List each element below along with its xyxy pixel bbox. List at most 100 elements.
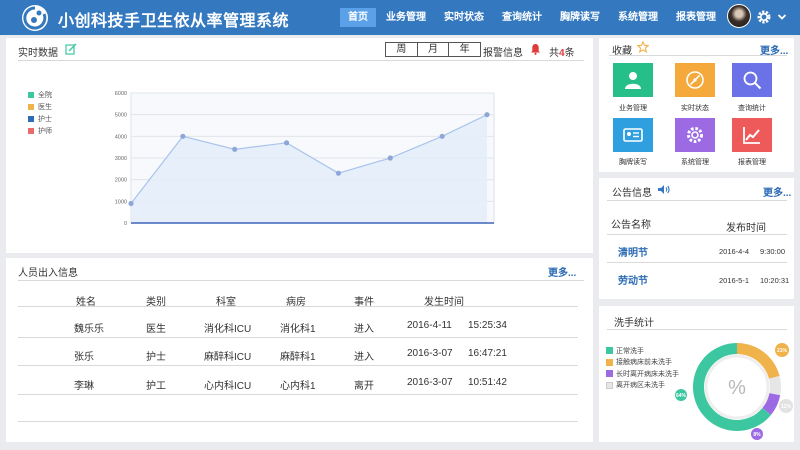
star-icon[interactable] [637, 41, 649, 53]
divider [607, 200, 787, 201]
y-tick-label: 1000 [115, 199, 127, 205]
slice-label: 21% [777, 348, 788, 354]
compass-icon [686, 71, 704, 89]
alarm-count-prefix: 共 [549, 48, 559, 59]
data-point [439, 133, 445, 139]
nav-item-report[interactable]: 报表管理 [668, 8, 724, 27]
favorite-label: 查询统计 [738, 105, 766, 112]
donut-slice [768, 376, 781, 396]
cell-name: 张乐 [74, 352, 94, 363]
legend-item[interactable]: 医生 [28, 101, 52, 113]
notice-date: 2016-4-4 [719, 247, 750, 256]
legend-item[interactable]: 离开病区未洗手 [606, 380, 679, 392]
notice-date: 2016-5-1 [719, 276, 750, 285]
notice-column-name: 公告名称 [611, 220, 651, 231]
chevron-down-icon[interactable] [777, 12, 787, 22]
legend-item[interactable]: 正常洗手 [606, 345, 679, 357]
y-tick-label: 5000 [115, 113, 127, 119]
cell-ward: 心内科1 [280, 381, 316, 392]
legend-item[interactable]: 长时离开病床未洗手 [606, 368, 679, 380]
slice-label: 8% [753, 432, 761, 438]
handwash-title: 洗手统计 [614, 318, 654, 329]
edit-icon[interactable] [65, 43, 77, 55]
notice-name[interactable]: 劳动节 [618, 272, 648, 287]
legend-label: 全院 [38, 92, 52, 99]
notice-time: 9:30:00 [760, 247, 786, 256]
cell-category: 医生 [146, 324, 166, 335]
divider [607, 262, 787, 263]
nav-item-business[interactable]: 业务管理 [378, 8, 434, 27]
tab-month[interactable]: 月 [418, 43, 450, 56]
favorite-report-tile[interactable] [732, 118, 772, 152]
legend-item[interactable]: 护士 [28, 113, 52, 125]
alarm-count-suffix: 条 [564, 48, 575, 59]
legend-item[interactable]: 接触病床前未洗手 [606, 357, 679, 369]
legend-item[interactable]: 护师 [28, 125, 52, 137]
legend-label: 长时离开病床未洗手 [616, 370, 679, 378]
favorite-system-tile[interactable] [675, 118, 715, 152]
nav-item-system[interactable]: 系统管理 [610, 8, 666, 27]
realtime-panel: 实时数据 周 月 年 报警信息 共4条 全院 医生 护士 护师 0 1000 200… [6, 38, 593, 253]
cell-event: 进入 [354, 324, 374, 335]
nav-item-realtime[interactable]: 实时状态 [436, 8, 492, 27]
favorites-panel: 收藏 更多... 业务管理 实时状态 查询统计 胸牌读写 系统管理 报表管理 [599, 38, 794, 172]
nav-item-badge[interactable]: 胸牌读写 [552, 8, 608, 27]
tab-year[interactable]: 年 [449, 43, 480, 56]
cell-category: 护士 [146, 352, 166, 363]
cell-event: 进入 [354, 352, 374, 363]
id-card-icon [623, 128, 643, 142]
gear-icon[interactable] [756, 9, 772, 25]
divider [609, 55, 787, 56]
notice-name[interactable]: 清明节 [618, 244, 648, 259]
bell-icon[interactable] [530, 43, 541, 55]
notice-column-time: 发布时间 [726, 223, 766, 234]
people-more-link[interactable]: 更多... [548, 264, 576, 279]
avatar[interactable] [727, 4, 751, 28]
notice-title: 公告信息 [612, 188, 652, 199]
cell-time: 15:25:34 [468, 320, 507, 331]
legend-label: 护士 [38, 116, 52, 123]
legend-label: 离开病区未洗手 [616, 382, 665, 390]
speaker-icon[interactable] [657, 184, 671, 195]
legend-swatch [606, 358, 613, 366]
donut-center-label: % [728, 377, 746, 399]
favorite-business-tile[interactable] [613, 63, 653, 97]
notice-panel: 公告信息 更多... 公告名称 发布时间 清明节 2016-4-4 9:30:0… [599, 178, 794, 299]
data-point [387, 155, 393, 161]
divider [18, 60, 584, 61]
cell-date: 2016-3-07 [407, 348, 453, 359]
legend-swatch [28, 116, 34, 122]
alarm-label[interactable]: 报警信息 [483, 44, 523, 59]
legend-label: 正常洗手 [616, 347, 644, 355]
favorite-badge-tile[interactable] [613, 118, 653, 152]
legend-item[interactable]: 全院 [28, 89, 52, 101]
favorite-label: 报表管理 [738, 159, 766, 166]
data-point [335, 170, 342, 176]
cell-date: 2016-4-11 [407, 320, 452, 331]
nav-item-home[interactable]: 首页 [340, 8, 376, 27]
legend-swatch [28, 128, 34, 134]
slice-label: 64% [676, 393, 687, 399]
handwash-legend: 正常洗手 接触病床前未洗手 长时离开病床未洗手 离开病区未洗手 [606, 345, 679, 391]
app-title: 小创科技手卫生依从率管理系统 [58, 13, 290, 30]
divider [607, 234, 787, 235]
favorite-query-tile[interactable] [732, 63, 772, 97]
tab-week[interactable]: 周 [386, 43, 418, 56]
favorite-realtime-tile[interactable] [675, 63, 715, 97]
notice-more-link[interactable]: 更多... [763, 184, 791, 199]
legend-label: 接触病床前未洗手 [616, 359, 672, 367]
divider [18, 337, 578, 338]
divider [18, 280, 584, 281]
alarm-count: 共4条 [549, 44, 575, 59]
cell-ward: 麻醉科1 [280, 352, 316, 363]
divider [18, 306, 578, 307]
legend-label: 医生 [38, 104, 52, 111]
data-point [484, 112, 490, 118]
notice-time: 10:20:31 [760, 276, 790, 285]
people-title: 人员出入信息 [18, 268, 78, 279]
handwash-panel: 洗手统计 正常洗手 接触病床前未洗手 长时离开病床未洗手 离开病区未洗手 % 21… [599, 306, 794, 442]
cell-category: 护工 [146, 381, 166, 392]
handwash-donut-chart: % 21% 12% 8% 64% [675, 343, 793, 440]
nav-item-query[interactable]: 查询统计 [494, 8, 550, 27]
cell-ward: 消化科1 [280, 324, 316, 335]
